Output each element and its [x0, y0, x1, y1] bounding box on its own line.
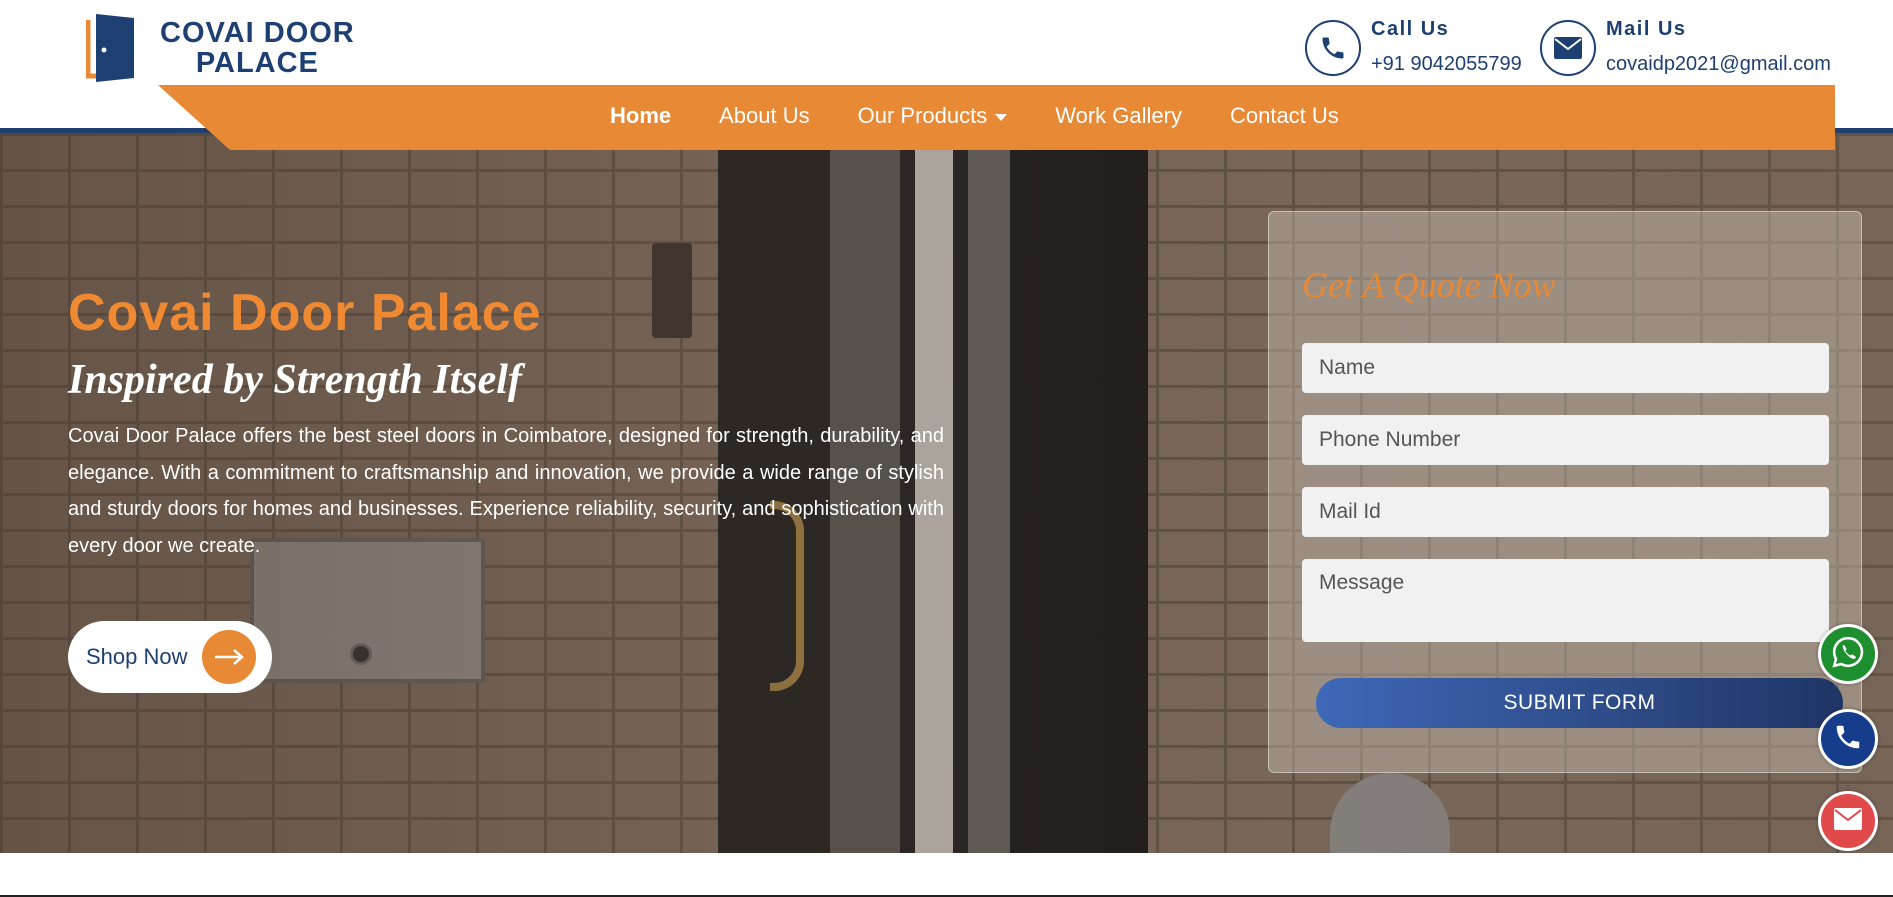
nav-item-about-us[interactable]: About Us	[719, 103, 810, 129]
brand-name-line1: COVAI DOOR	[160, 17, 355, 49]
name-input[interactable]	[1302, 343, 1829, 393]
email-address[interactable]: covaidp2021@gmail.com	[1606, 53, 1831, 76]
main-nav: Home About Us Our Products Work Gallery …	[158, 85, 1835, 150]
email-button[interactable]	[1818, 791, 1878, 851]
submit-form-button[interactable]: SUBMIT FORM	[1316, 678, 1843, 728]
brand-name-line2: PALACE	[195, 47, 319, 79]
phone-input[interactable]	[1302, 415, 1829, 465]
nav-item-contact-us[interactable]: Contact Us	[1230, 103, 1339, 129]
envelope-icon	[1540, 20, 1596, 76]
mail-us-block[interactable]: Mail Us covaidp2021@gmail.com	[1540, 18, 1831, 76]
nav-item-home[interactable]: Home	[610, 103, 671, 129]
door-logo-icon	[85, 12, 136, 84]
arrow-right-icon	[202, 630, 256, 684]
quote-form: Get A Quote Now SUBMIT FORM	[1268, 211, 1862, 773]
message-input[interactable]	[1302, 559, 1829, 642]
whatsapp-icon	[1831, 635, 1865, 674]
brand-logo[interactable]: COVAI DOOR PALACE	[85, 12, 355, 84]
whatsapp-button[interactable]	[1818, 624, 1878, 684]
call-us-block[interactable]: Call Us +91 9042055799	[1305, 18, 1522, 76]
nav-item-our-products[interactable]: Our Products	[858, 103, 1008, 129]
phone-icon	[1833, 722, 1863, 757]
call-button[interactable]	[1818, 709, 1878, 769]
hero-section: Covai Door Palace Inspired by Strength I…	[0, 133, 1893, 853]
hero-description: Covai Door Palace offers the best steel …	[68, 425, 944, 557]
mail-us-title: Mail Us	[1606, 18, 1687, 40]
email-icon	[1833, 807, 1863, 835]
page-bottom-area	[0, 853, 1893, 897]
hero-subtitle: Inspired by Strength Itself	[68, 357, 522, 403]
call-us-title: Call Us	[1371, 18, 1450, 40]
nav-item-our-products-label: Our Products	[857, 103, 988, 128]
mail-input[interactable]	[1302, 487, 1829, 537]
nav-item-work-gallery[interactable]: Work Gallery	[1055, 103, 1182, 129]
shop-now-label: Shop Now	[86, 644, 188, 669]
shop-now-button[interactable]: Shop Now	[68, 621, 272, 693]
brand-name: COVAI DOOR PALACE	[160, 18, 355, 78]
quote-form-title: Get A Quote Now	[1302, 265, 1556, 305]
phone-number[interactable]: +91 9042055799	[1371, 53, 1522, 76]
phone-icon	[1305, 20, 1361, 76]
caret-down-icon	[995, 113, 1008, 121]
hero-title: Covai Door Palace	[68, 284, 542, 342]
